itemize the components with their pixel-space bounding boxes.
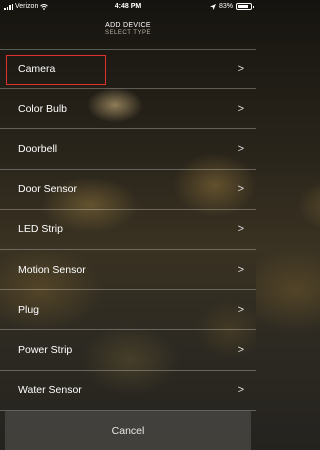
cancel-button[interactable]: Cancel <box>5 411 251 450</box>
device-item-label: LED Strip <box>18 223 63 236</box>
chevron-right-icon: > <box>237 142 244 155</box>
device-item-label: Door Sensor <box>18 183 77 196</box>
page-subtitle: SELECT TYPE <box>105 30 151 36</box>
device-item-color-bulb[interactable]: Color Bulb > <box>0 89 256 130</box>
device-item-label: Power Strip <box>18 343 73 356</box>
device-item-label: Doorbell <box>18 142 58 155</box>
chevron-right-icon: > <box>237 63 244 76</box>
page-title: ADD DEVICE <box>105 22 151 29</box>
location-arrow-icon <box>209 3 216 10</box>
status-right: 83% <box>209 3 254 10</box>
device-type-list: Camera > Color Bulb > Doorbell > Door Sensor > L… <box>0 49 256 411</box>
battery-percent: 83% <box>218 3 233 10</box>
header: ADD DEVICE SELECT TYPE <box>0 22 256 36</box>
selection-highlight-box <box>6 55 106 85</box>
chevron-right-icon: > <box>237 263 244 276</box>
status-bar: Verizon 4:48 PM 83% <box>0 0 256 14</box>
device-item-led-strip[interactable]: LED Strip > <box>0 210 256 250</box>
chevron-right-icon: > <box>237 343 244 356</box>
battery-fill <box>238 5 248 8</box>
chevron-right-icon: > <box>237 384 244 397</box>
device-item-label: Plug <box>18 303 40 316</box>
chevron-right-icon: > <box>237 102 244 115</box>
device-item-motion-sensor[interactable]: Motion Sensor > <box>0 250 256 291</box>
device-item-camera[interactable]: Camera > <box>0 49 256 90</box>
device-item-door-sensor[interactable]: Door Sensor > <box>0 170 256 210</box>
device-item-label: Water Sensor <box>18 384 82 397</box>
device-item-label: Color Bulb <box>18 102 68 115</box>
chevron-right-icon: > <box>237 303 244 316</box>
device-item-label: Motion Sensor <box>18 263 86 276</box>
device-item-power-strip[interactable]: Power Strip > <box>0 330 256 371</box>
device-item-water-sensor[interactable]: Water Sensor > <box>0 371 256 411</box>
device-item-plug[interactable]: Plug > <box>0 290 256 331</box>
battery-icon <box>236 3 254 10</box>
device-item-doorbell[interactable]: Doorbell > <box>0 129 256 170</box>
chevron-right-icon: > <box>237 183 244 196</box>
chevron-right-icon: > <box>237 223 244 236</box>
